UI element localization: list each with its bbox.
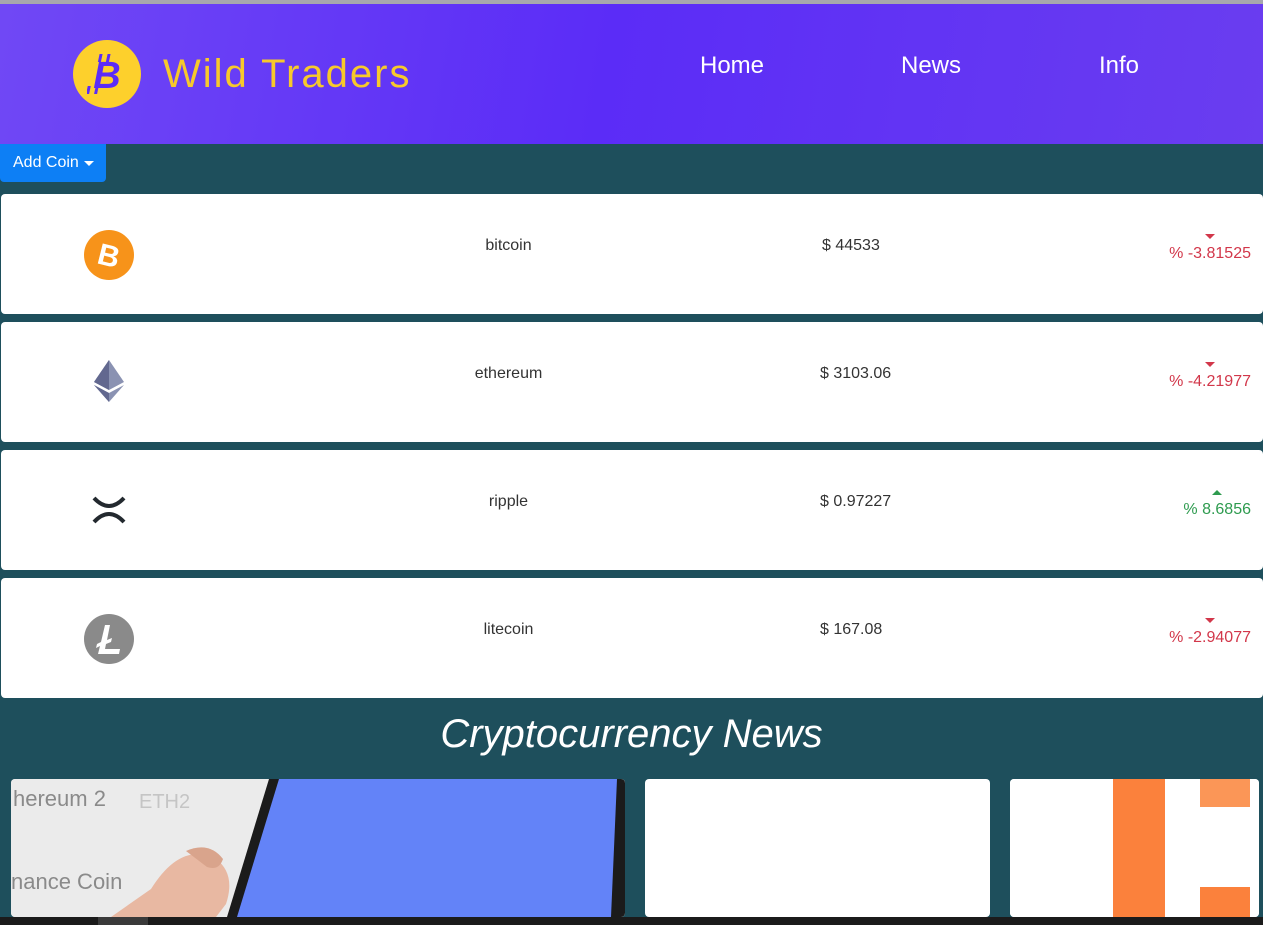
ripple-icon xyxy=(92,496,126,524)
bitcoin-b-icon: B xyxy=(87,54,121,96)
coin-row-ripple[interactable]: ripple $ 0.97227 % 8.6856 xyxy=(1,450,1263,570)
coin-change: % 8.6856 xyxy=(1183,490,1251,519)
news-image-text: ETH2 xyxy=(139,791,190,813)
coin-change: % -2.94077 xyxy=(1169,618,1251,647)
coin-name: ripple xyxy=(488,493,529,510)
coin-change-value: % -2.94077 xyxy=(1169,629,1251,646)
coin-change-value: % 8.6856 xyxy=(1183,501,1251,518)
os-taskbar xyxy=(0,917,1263,925)
caret-up-icon xyxy=(1212,490,1223,495)
navbar: B Wild Traders Home News Info xyxy=(0,4,1263,144)
brand-name[interactable]: Wild Traders xyxy=(163,52,412,97)
coin-price: $ 3103.06 xyxy=(820,365,892,382)
coin-row-litecoin[interactable]: litecoin $ 167.08 % -2.94077 xyxy=(1,578,1263,698)
coin-name: ethereum xyxy=(474,365,543,382)
coin-price: $ 167.08 xyxy=(820,621,883,638)
coin-row-ethereum[interactable]: ethereum $ 3103.06 % -4.21977 xyxy=(1,322,1263,442)
nav-link-news[interactable]: News xyxy=(901,52,961,80)
ethereum-icon xyxy=(94,360,124,402)
news-section-title: Cryptocurrency News xyxy=(440,712,823,756)
brand-bitcoin-logo-icon[interactable]: B xyxy=(73,40,141,108)
news-card-1[interactable]: hereum 2 ETH2 nance Coin xyxy=(11,779,625,917)
news-card-3[interactable] xyxy=(1010,779,1259,917)
taskbar-app-button[interactable] xyxy=(98,917,148,925)
coin-price: $ 44533 xyxy=(822,237,880,254)
caret-down-icon xyxy=(1205,618,1216,623)
coin-change: % -3.81525 xyxy=(1169,234,1251,263)
add-coin-dropdown-button[interactable]: Add Coin xyxy=(0,144,106,182)
news-image-phone: hereum 2 ETH2 nance Coin xyxy=(11,779,625,917)
add-coin-label: Add Coin xyxy=(13,154,79,171)
coin-name: bitcoin xyxy=(485,237,532,254)
litecoin-icon xyxy=(84,614,134,664)
nav-link-info[interactable]: Info xyxy=(1099,52,1139,80)
coin-change-value: % -3.81525 xyxy=(1169,245,1251,262)
news-image-text: nance Coin xyxy=(11,869,122,894)
caret-down-icon xyxy=(1205,362,1216,367)
coin-name: litecoin xyxy=(483,621,534,638)
news-image-orange xyxy=(1010,779,1259,917)
coin-price: $ 0.97227 xyxy=(820,493,892,510)
coin-row-bitcoin[interactable]: B bitcoin $ 44533 % -3.81525 xyxy=(1,194,1263,314)
bitcoin-icon: B xyxy=(84,230,134,280)
nav-link-home[interactable]: Home xyxy=(700,52,764,80)
coin-change-value: % -4.21977 xyxy=(1169,373,1251,390)
news-image-text: hereum 2 xyxy=(13,786,106,811)
coin-change: % -4.21977 xyxy=(1169,362,1251,391)
caret-down-icon xyxy=(1205,234,1216,239)
news-card-2[interactable] xyxy=(645,779,990,917)
caret-down-icon xyxy=(83,160,94,166)
